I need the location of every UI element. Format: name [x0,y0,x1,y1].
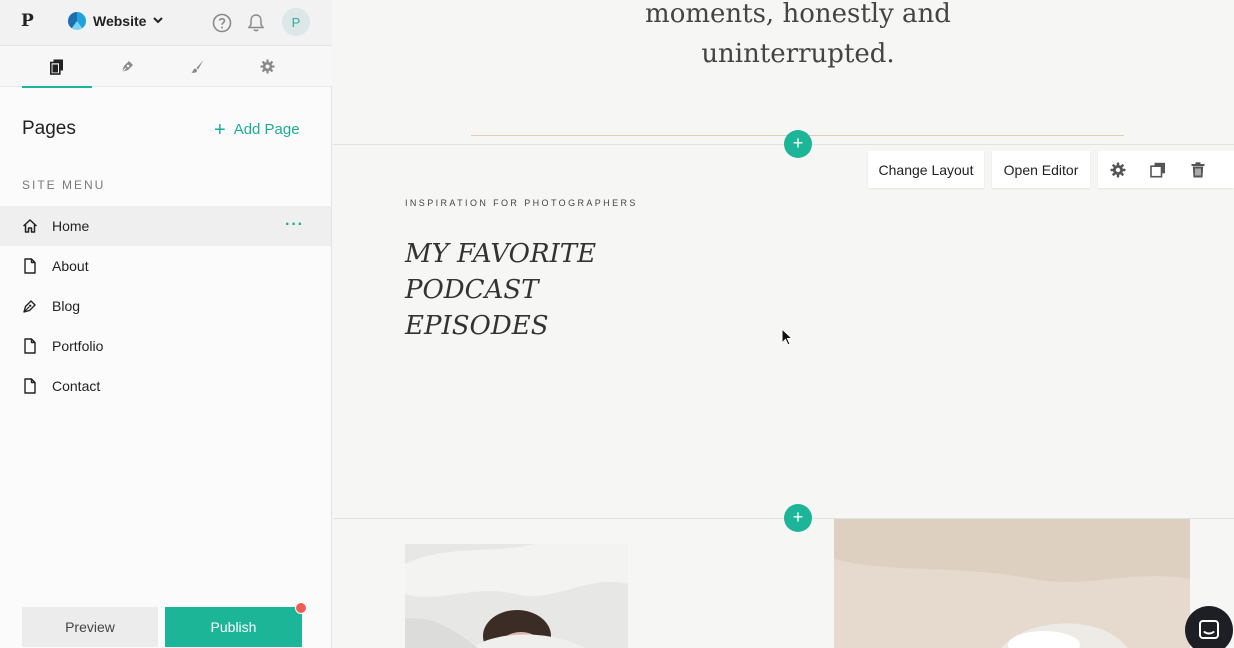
gear-icon[interactable] [1109,161,1127,179]
app-logo[interactable]: P [21,11,34,31]
notification-dot [295,602,307,614]
sidebar-item-label: Portfolio [52,338,104,354]
sidebar-item-blog[interactable]: Blog [0,286,331,326]
site-menu-label: SITE MENU [22,178,106,192]
pages-title: Pages [22,118,76,139]
page-icon [22,378,38,394]
sidebar-tabs [0,46,332,88]
add-section-button[interactable]: + [784,130,812,158]
sidebar: P Website P Pages + Add Page SITE MENU H… [0,0,332,648]
headline-line: MY FAVORITE [405,239,597,269]
site-switcher[interactable]: Website [68,12,164,30]
gear-icon [259,59,275,74]
pen-icon [22,298,38,314]
chat-icon[interactable] [1185,606,1233,648]
section-headline[interactable]: MY FAVORITE PODCAST EPISODES [405,236,596,344]
publish-button[interactable]: Publish [165,607,302,647]
sidebar-item-home[interactable]: Home ··· [0,206,331,246]
site-logo-icon [68,12,86,30]
section-tools [1098,151,1234,188]
open-editor-button[interactable]: Open Editor [992,151,1090,188]
page-icon [22,338,38,354]
sidebar-item-label: Contact [52,378,101,394]
add-section-button[interactable]: + [784,504,812,532]
blog-post-image[interactable] [834,519,1190,648]
hero-line: uninterrupted. [701,39,895,69]
sidebar-item-label: Home [52,218,90,234]
brush-icon [191,60,203,73]
site-name: Website [93,13,147,29]
sidebar-item-contact[interactable]: Contact [0,366,331,406]
help-icon[interactable] [210,11,234,35]
home-icon [22,218,38,234]
plus-icon: + [214,118,226,141]
tab-pages[interactable] [22,46,92,88]
tab-design[interactable] [162,46,232,87]
hero-line: moments, honestly and [645,0,951,29]
chevron-down-icon [153,16,164,23]
duplicate-icon[interactable] [1149,161,1167,179]
tab-blog[interactable] [92,46,162,87]
sidebar-item-about[interactable]: About [0,246,331,286]
pages-icon [50,59,63,75]
hero-text: moments, honestly and uninterrupted. [333,0,1234,74]
add-page-button[interactable]: + Add Page [214,118,300,141]
mouse-cursor-icon [781,328,793,346]
preview-button[interactable]: Preview [22,607,158,647]
page-icon [22,258,38,274]
tab-settings[interactable] [232,46,302,87]
headline-line: PODCAST [405,275,539,305]
headline-line: EPISODES [405,311,549,341]
section-eyebrow: INSPIRATION FOR PHOTOGRAPHERS [405,198,638,208]
sidebar-item-portfolio[interactable]: Portfolio [0,326,331,366]
top-bar: P Website P [0,0,332,46]
sidebar-item-label: Blog [52,298,81,314]
more-options-icon[interactable]: ··· [285,216,304,234]
sidebar-item-label: About [52,258,89,274]
blog-post-image[interactable] [405,544,628,648]
change-layout-button[interactable]: Change Layout [868,151,984,188]
pen-nib-icon [121,61,133,73]
add-page-label: Add Page [233,121,300,138]
trash-icon[interactable] [1189,161,1207,179]
page-canvas: moments, honestly and uninterrupted. + C… [333,0,1234,648]
avatar[interactable]: P [282,8,310,36]
bell-icon[interactable] [244,11,268,35]
